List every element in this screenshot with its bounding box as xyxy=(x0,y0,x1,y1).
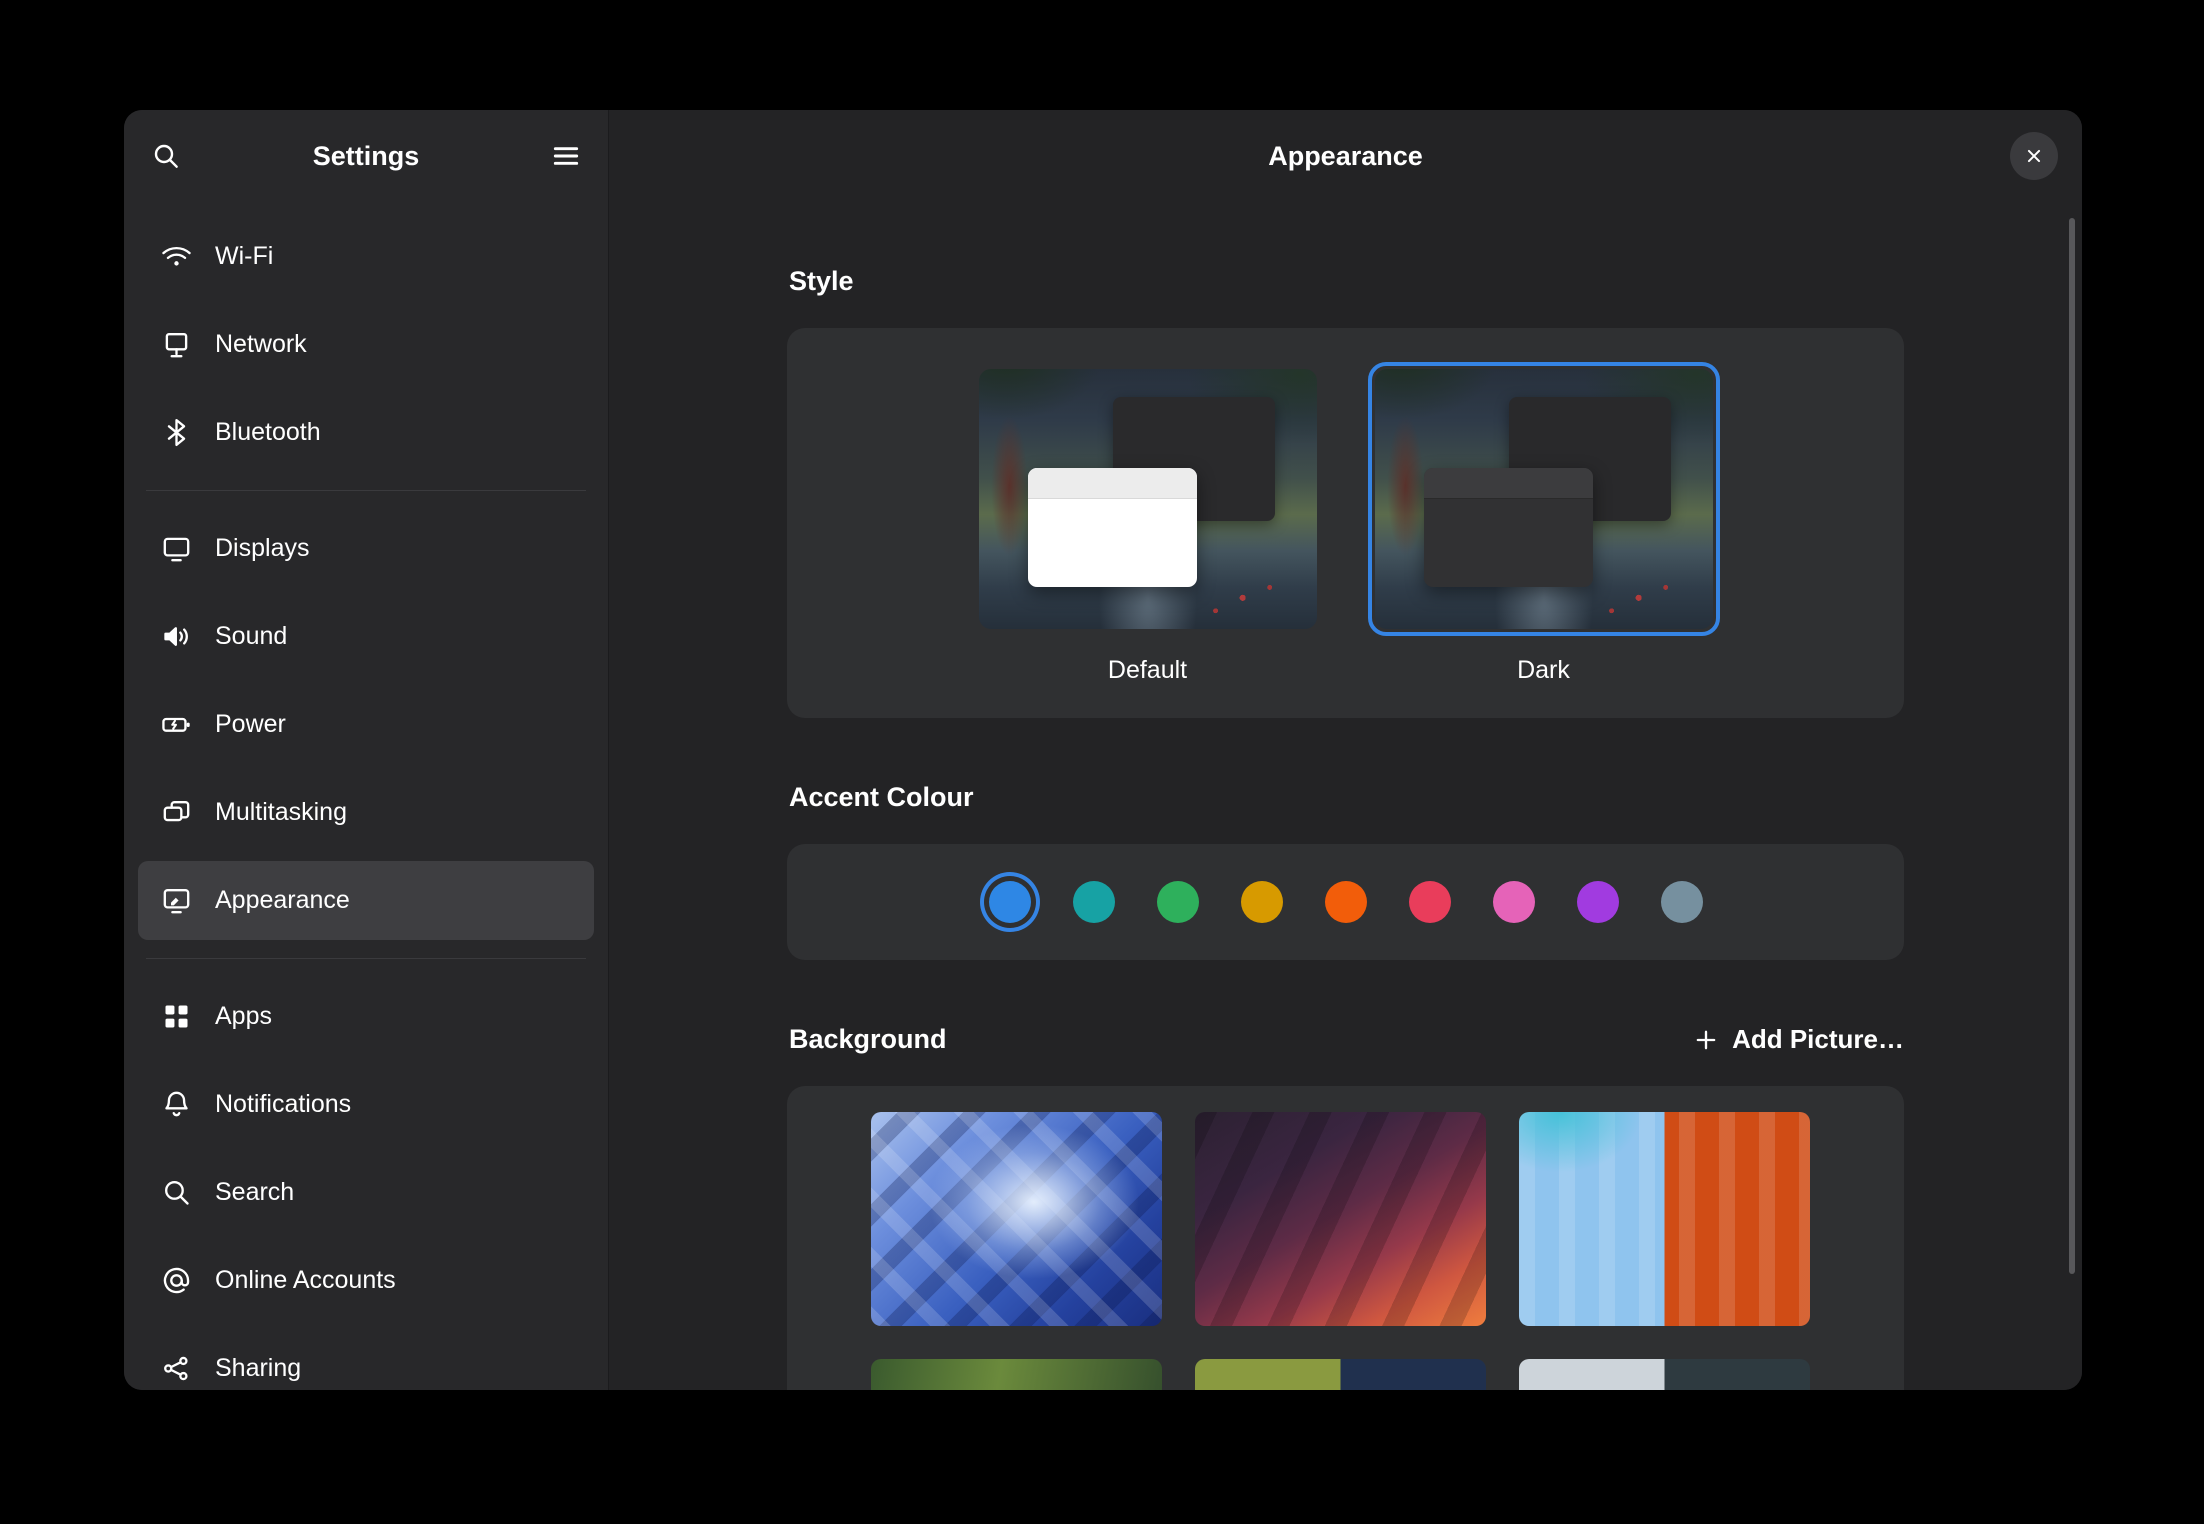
style-option-default[interactable]: Default xyxy=(972,362,1324,685)
style-option-dark[interactable]: Dark xyxy=(1368,362,1720,685)
background-header-row: Background Add Picture… xyxy=(787,1024,1904,1055)
accent-swatch-teal[interactable] xyxy=(1073,881,1115,923)
accent-colour-card xyxy=(787,844,1904,960)
bluetooth-icon xyxy=(160,416,193,449)
share-icon xyxy=(160,1352,193,1385)
window-preview-front-dark xyxy=(1424,468,1593,587)
sidebar-nav: Wi-Fi Network Bluetooth xyxy=(124,202,608,1390)
at-sign-icon xyxy=(160,1264,193,1297)
add-picture-button[interactable]: Add Picture… xyxy=(1692,1024,1904,1055)
sidebar-item-network[interactable]: Network xyxy=(138,305,594,384)
sidebar-item-multitasking[interactable]: Multitasking xyxy=(138,773,594,852)
hamburger-icon xyxy=(550,140,582,172)
sidebar-item-label: Power xyxy=(215,710,286,739)
sidebar-header: Settings xyxy=(124,110,608,202)
sidebar-item-label: Online Accounts xyxy=(215,1266,396,1295)
sidebar-item-bluetooth[interactable]: Bluetooth xyxy=(138,393,594,472)
sidebar-item-sharing[interactable]: Sharing xyxy=(138,1329,594,1390)
wallpaper-thumbnail-purple-orange-waves[interactable] xyxy=(1195,1112,1486,1326)
sidebar-item-label: Sharing xyxy=(215,1354,301,1383)
window-preview-front-light xyxy=(1028,468,1197,587)
background-heading: Background xyxy=(789,1024,947,1055)
accent-swatch-green[interactable] xyxy=(1157,881,1199,923)
sidebar-item-appearance[interactable]: Appearance xyxy=(138,861,594,940)
style-label-dark: Dark xyxy=(1517,656,1570,685)
main-content: Style Default xyxy=(609,202,2082,1390)
search-button[interactable] xyxy=(142,132,190,180)
sidebar-item-notifications[interactable]: Notifications xyxy=(138,1065,594,1144)
sidebar-item-label: Network xyxy=(215,330,307,359)
menu-button[interactable] xyxy=(542,132,590,180)
sidebar: Settings Wi-Fi xyxy=(124,110,609,1390)
main-panel: Appearance Style xyxy=(609,110,2082,1390)
sidebar-item-apps[interactable]: Apps xyxy=(138,977,594,1056)
main-header: Appearance xyxy=(609,110,2082,202)
bell-icon xyxy=(160,1088,193,1121)
sidebar-divider xyxy=(146,958,586,959)
speaker-icon xyxy=(160,620,193,653)
sidebar-item-label: Notifications xyxy=(215,1090,351,1119)
accent-swatch-yellow[interactable] xyxy=(1241,881,1283,923)
sidebar-item-label: Bluetooth xyxy=(215,418,321,447)
accent-swatch-slate[interactable] xyxy=(1661,881,1703,923)
sidebar-item-online-accounts[interactable]: Online Accounts xyxy=(138,1241,594,1320)
app-title: Settings xyxy=(124,141,608,172)
sidebar-item-label: Appearance xyxy=(215,886,350,915)
plus-icon xyxy=(1692,1026,1720,1054)
sidebar-item-label: Multitasking xyxy=(215,798,347,827)
sidebar-item-power[interactable]: Power xyxy=(138,685,594,764)
accent-swatch-orange[interactable] xyxy=(1325,881,1367,923)
appearance-icon xyxy=(160,884,193,917)
wallpaper-thumbnail-olive-navy-split[interactable] xyxy=(1195,1359,1486,1390)
accent-swatch-pink[interactable] xyxy=(1493,881,1535,923)
apps-grid-icon xyxy=(160,1000,193,1033)
style-thumbnail-dark xyxy=(1375,369,1713,629)
wifi-icon xyxy=(160,240,193,273)
wallpaper-thumbnail-green-landscape[interactable] xyxy=(871,1359,1162,1390)
close-icon xyxy=(2023,145,2045,167)
sidebar-item-label: Wi-Fi xyxy=(215,242,273,271)
sidebar-item-label: Apps xyxy=(215,1002,272,1031)
display-icon xyxy=(160,532,193,565)
battery-icon xyxy=(160,708,193,741)
wallpaper-thumbnail-light-dark-split[interactable] xyxy=(1519,1359,1810,1390)
accent-swatch-red[interactable] xyxy=(1409,881,1451,923)
style-thumb-frame-default xyxy=(972,362,1324,636)
settings-window: Settings Wi-Fi xyxy=(124,110,2082,1390)
sidebar-item-label: Sound xyxy=(215,622,287,651)
sidebar-item-wifi[interactable]: Wi-Fi xyxy=(138,217,594,296)
add-picture-label: Add Picture… xyxy=(1732,1024,1904,1055)
page-title: Appearance xyxy=(1268,141,1423,172)
style-heading: Style xyxy=(789,266,1904,297)
network-icon xyxy=(160,328,193,361)
sidebar-item-label: Displays xyxy=(215,534,309,563)
search-icon xyxy=(150,140,182,172)
sidebar-item-displays[interactable]: Displays xyxy=(138,509,594,588)
sidebar-item-sound[interactable]: Sound xyxy=(138,597,594,676)
background-card xyxy=(787,1086,1904,1390)
style-thumbnail-default xyxy=(979,369,1317,629)
scrollbar[interactable] xyxy=(2069,218,2075,1274)
multitasking-icon xyxy=(160,796,193,829)
wallpaper-thumbnail-blue-geometric-cubes[interactable] xyxy=(871,1112,1162,1326)
wallpaper-thumbnail-blue-orange-drips[interactable] xyxy=(1519,1112,1810,1326)
style-label-default: Default xyxy=(1108,656,1187,685)
style-thumb-frame-dark xyxy=(1368,362,1720,636)
desktop: Settings Wi-Fi xyxy=(0,0,2204,1524)
accent-swatch-purple[interactable] xyxy=(1577,881,1619,923)
sidebar-item-label: Search xyxy=(215,1178,294,1207)
sidebar-item-search[interactable]: Search xyxy=(138,1153,594,1232)
search-icon xyxy=(160,1176,193,1209)
style-card: Default Dark xyxy=(787,328,1904,718)
accent-swatch-blue[interactable] xyxy=(989,881,1031,923)
close-button[interactable] xyxy=(2010,132,2058,180)
sidebar-divider xyxy=(146,490,586,491)
accent-colour-heading: Accent Colour xyxy=(789,782,1904,813)
